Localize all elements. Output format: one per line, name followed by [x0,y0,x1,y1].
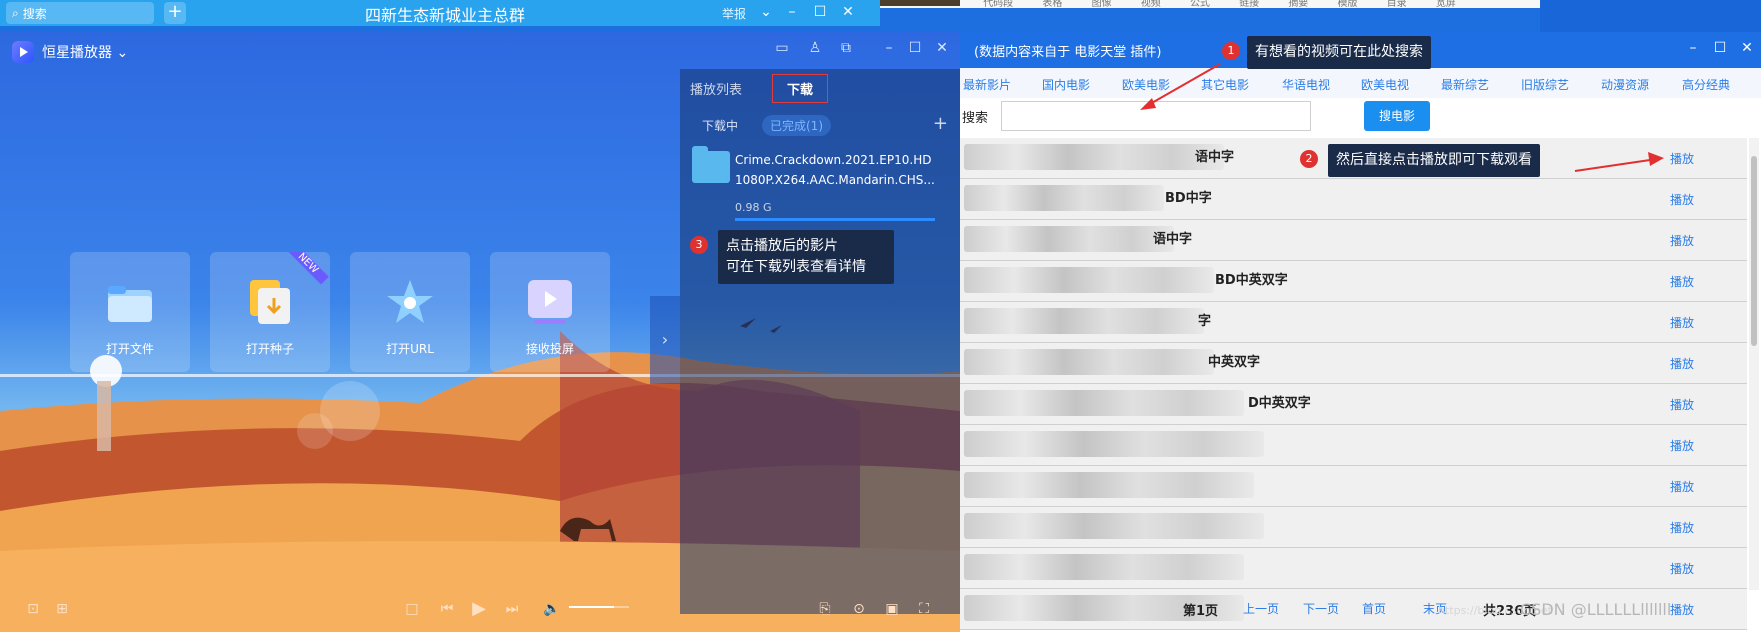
annotation-arrows [1140,63,1664,172]
arrow-step-1-head [1140,98,1156,110]
arrow-step-1 [1149,63,1221,105]
arrow-step-2 [1574,159,1651,172]
csdn-watermark: CSDN @LLLLLLlllllll [1520,600,1672,619]
arrow-step-2-head [1648,152,1664,166]
